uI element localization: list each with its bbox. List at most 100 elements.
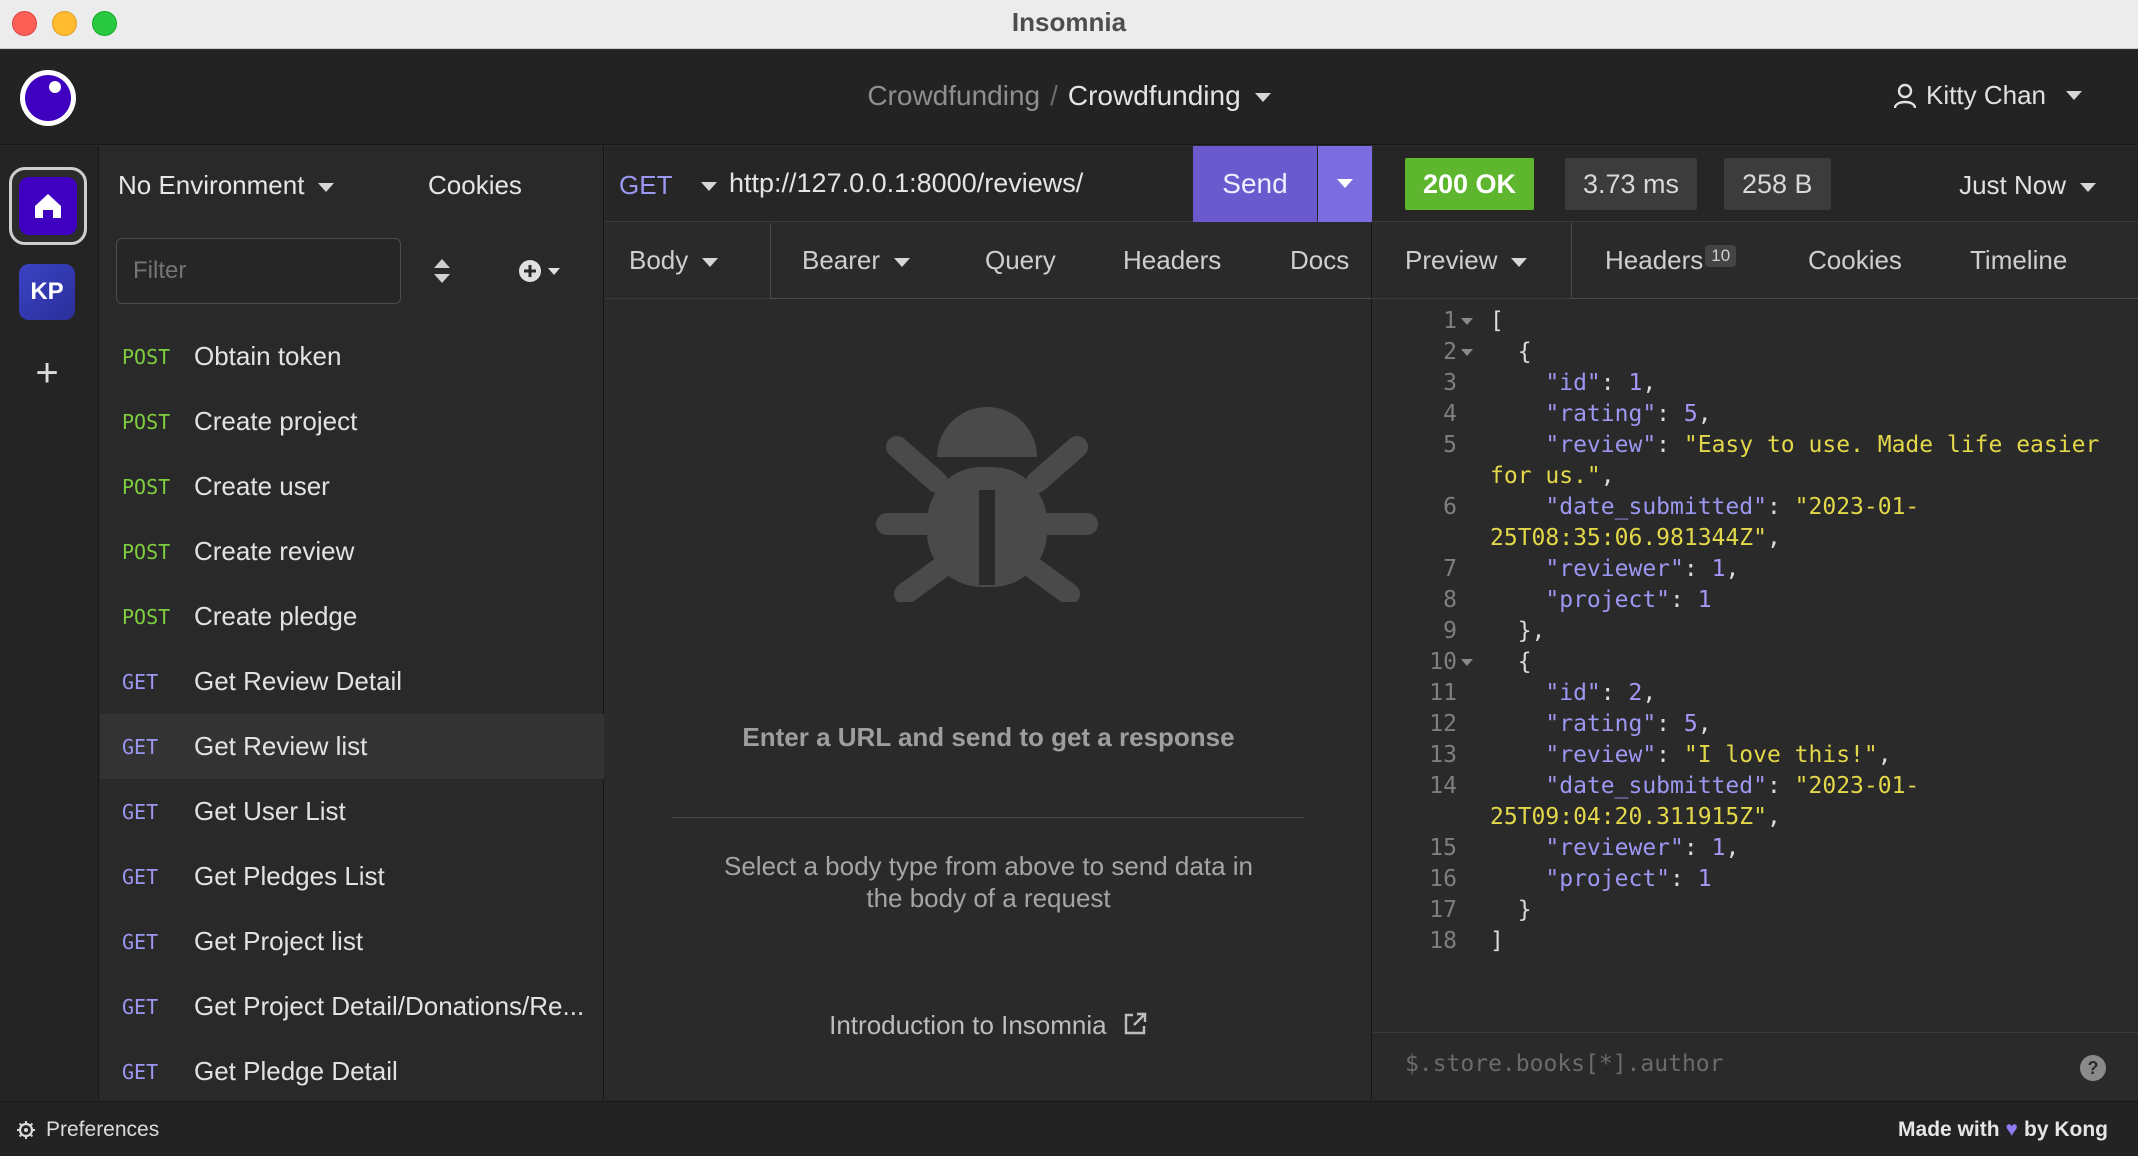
headers-count-badge: 10	[1705, 245, 1737, 267]
fold-icon[interactable]	[1461, 349, 1473, 356]
app-header: Crowdfunding / Crowdfunding Kitty Chan	[0, 50, 2138, 145]
method-select[interactable]: GET	[619, 170, 672, 201]
window-titlebar: Insomnia	[0, 0, 2138, 49]
tab-cookies[interactable]: Cookies	[1808, 245, 1902, 276]
url-bar: GET http://127.0.0.1:8000/reviews/ Send	[605, 146, 1372, 222]
send-button[interactable]: Send	[1193, 146, 1317, 222]
request-name: Create user	[194, 471, 330, 501]
empty-state-title: Enter a URL and send to get a response	[742, 722, 1235, 752]
method-badge: POST	[122, 474, 171, 499]
workspace-avatar[interactable]: KP	[19, 264, 75, 320]
tab-docs[interactable]: Docs	[1290, 245, 1349, 276]
window-title: Insomnia	[1011, 7, 1127, 37]
help-icon[interactable]: ?	[2080, 1055, 2106, 1081]
user-name: Kitty Chan	[1926, 80, 2046, 110]
list-item-active[interactable]: GET Get Review list	[100, 714, 604, 779]
request-name: Get Review Detail	[194, 666, 403, 696]
list-item[interactable]: GET Get Pledges List	[100, 844, 604, 909]
tab-body[interactable]: Body	[629, 245, 719, 276]
request-name: Create review	[194, 536, 355, 566]
list-item[interactable]: GET Get User List	[100, 779, 604, 844]
method-badge: POST	[122, 604, 171, 629]
breadcrumb-parent[interactable]: Crowdfunding	[867, 80, 1040, 111]
tab-timeline[interactable]: Timeline	[1970, 245, 2067, 276]
list-item[interactable]: POST Create review	[100, 519, 604, 584]
empty-state-subtitle: Select a body type from above to send da…	[723, 851, 1253, 913]
response-status-bar: 200 OK 3.73 ms 258 B Just Now	[1373, 146, 2138, 222]
tab-headers[interactable]: Headers	[1123, 245, 1221, 276]
method-badge: POST	[122, 539, 171, 564]
tab-preview[interactable]: Preview	[1405, 245, 1528, 276]
list-item[interactable]: GET Get Review Detail	[100, 649, 604, 714]
list-item[interactable]: GET Get Project list	[100, 909, 604, 974]
chevron-down-icon	[1337, 179, 1353, 188]
list-item[interactable]: GET Get Project Detail/Donations/Re...	[100, 974, 604, 1039]
intro-link[interactable]: Introduction to Insomnia	[605, 1010, 1372, 1041]
method-badge: GET	[122, 929, 159, 954]
status-footer: Preferences Made with ♥ by Kong	[0, 1101, 2138, 1156]
list-item[interactable]: GET Get Pledge Detail	[100, 1039, 604, 1104]
gear-icon	[17, 1121, 35, 1139]
add-request-icon[interactable]	[516, 256, 572, 286]
fold-icon[interactable]	[1461, 318, 1473, 325]
breadcrumb: Crowdfunding / Crowdfunding	[0, 80, 2138, 112]
method-badge: GET	[122, 1059, 159, 1084]
workspace-rail: KP +	[0, 146, 99, 1100]
method-badge: GET	[122, 864, 159, 889]
filter-input[interactable]	[116, 238, 401, 304]
method-badge: GET	[122, 669, 159, 694]
user-menu[interactable]: Kitty Chan	[1894, 80, 2082, 111]
chevron-down-icon[interactable]	[701, 182, 717, 191]
environment-select[interactable]: No Environment	[118, 170, 335, 201]
request-list: POST Obtain token POST Create project POST…	[100, 324, 604, 1104]
list-item[interactable]: POST Create project	[100, 389, 604, 454]
environment-bar: No Environment Cookies	[100, 146, 604, 222]
home-button[interactable]	[9, 167, 87, 245]
size-badge: 258 B	[1724, 158, 1831, 210]
request-name: Get Project list	[194, 926, 364, 956]
request-name: Get Review list	[194, 731, 368, 761]
request-name: Get Pledges List	[194, 861, 385, 891]
request-pane: GET http://127.0.0.1:8000/reviews/ Send …	[605, 146, 1372, 1100]
chevron-down-icon[interactable]	[1254, 93, 1271, 103]
cookies-button[interactable]: Cookies	[428, 170, 522, 201]
add-workspace-icon[interactable]: +	[26, 352, 68, 394]
history-select[interactable]: Just Now	[1959, 170, 2096, 201]
user-icon	[1894, 83, 1917, 108]
tab-auth[interactable]: Bearer	[802, 245, 911, 276]
list-item[interactable]: POST Create user	[100, 454, 604, 519]
fold-icon[interactable]	[1461, 659, 1473, 666]
tab-response-headers[interactable]: Headers 10	[1605, 245, 1737, 276]
tab-query[interactable]: Query	[985, 245, 1056, 276]
request-sidebar: No Environment Cookies POSTObtain token …	[100, 146, 604, 1100]
list-item[interactable]: POST Create pledge	[100, 584, 604, 649]
response-pane: 200 OK 3.73 ms 258 B Just Now Preview He…	[1373, 146, 2138, 1100]
time-badge: 3.73 ms	[1565, 158, 1698, 210]
method-badge: POST	[122, 344, 171, 369]
bug-icon	[876, 407, 1098, 602]
made-with-kong[interactable]: Made with ♥ by Kong	[1898, 1118, 2108, 1142]
breadcrumb-separator: /	[1050, 80, 1058, 111]
response-filter-input[interactable]: $.store.books[*].author	[1405, 1051, 1724, 1077]
request-name: Create pledge	[194, 601, 358, 631]
send-options-button[interactable]	[1318, 146, 1372, 222]
method-badge: GET	[122, 799, 159, 824]
request-name: Get User List	[194, 796, 346, 826]
request-name: Create project	[194, 406, 358, 436]
external-link-icon	[1124, 1012, 1147, 1035]
divider	[672, 817, 1305, 818]
response-filter-bar: $.store.books[*].author ?	[1373, 1032, 2138, 1100]
request-name: Get Pledge Detail	[194, 1056, 398, 1086]
breadcrumb-current[interactable]: Crowdfunding	[1068, 80, 1241, 111]
preferences-button[interactable]: Preferences	[16, 1118, 159, 1142]
heart-icon: ♥	[2005, 1118, 2018, 1141]
sort-icon[interactable]	[430, 256, 454, 286]
request-name: Obtain token	[194, 341, 342, 371]
method-badge: GET	[122, 734, 159, 759]
url-input[interactable]: http://127.0.0.1:8000/reviews/	[729, 168, 1083, 199]
response-code-viewer[interactable]: 1[ 2 { 3 "id": 1, 4 "rating": 5, 5 "revi…	[1373, 306, 2138, 1006]
request-tabs: Body Bearer Query Headers Docs	[605, 223, 1372, 299]
request-name: Get Project Detail/Donations/Re...	[194, 991, 585, 1021]
response-tabs: Preview Headers 10 Cookies Timeline	[1373, 223, 2138, 299]
list-item[interactable]: POST Obtain token	[100, 324, 604, 389]
